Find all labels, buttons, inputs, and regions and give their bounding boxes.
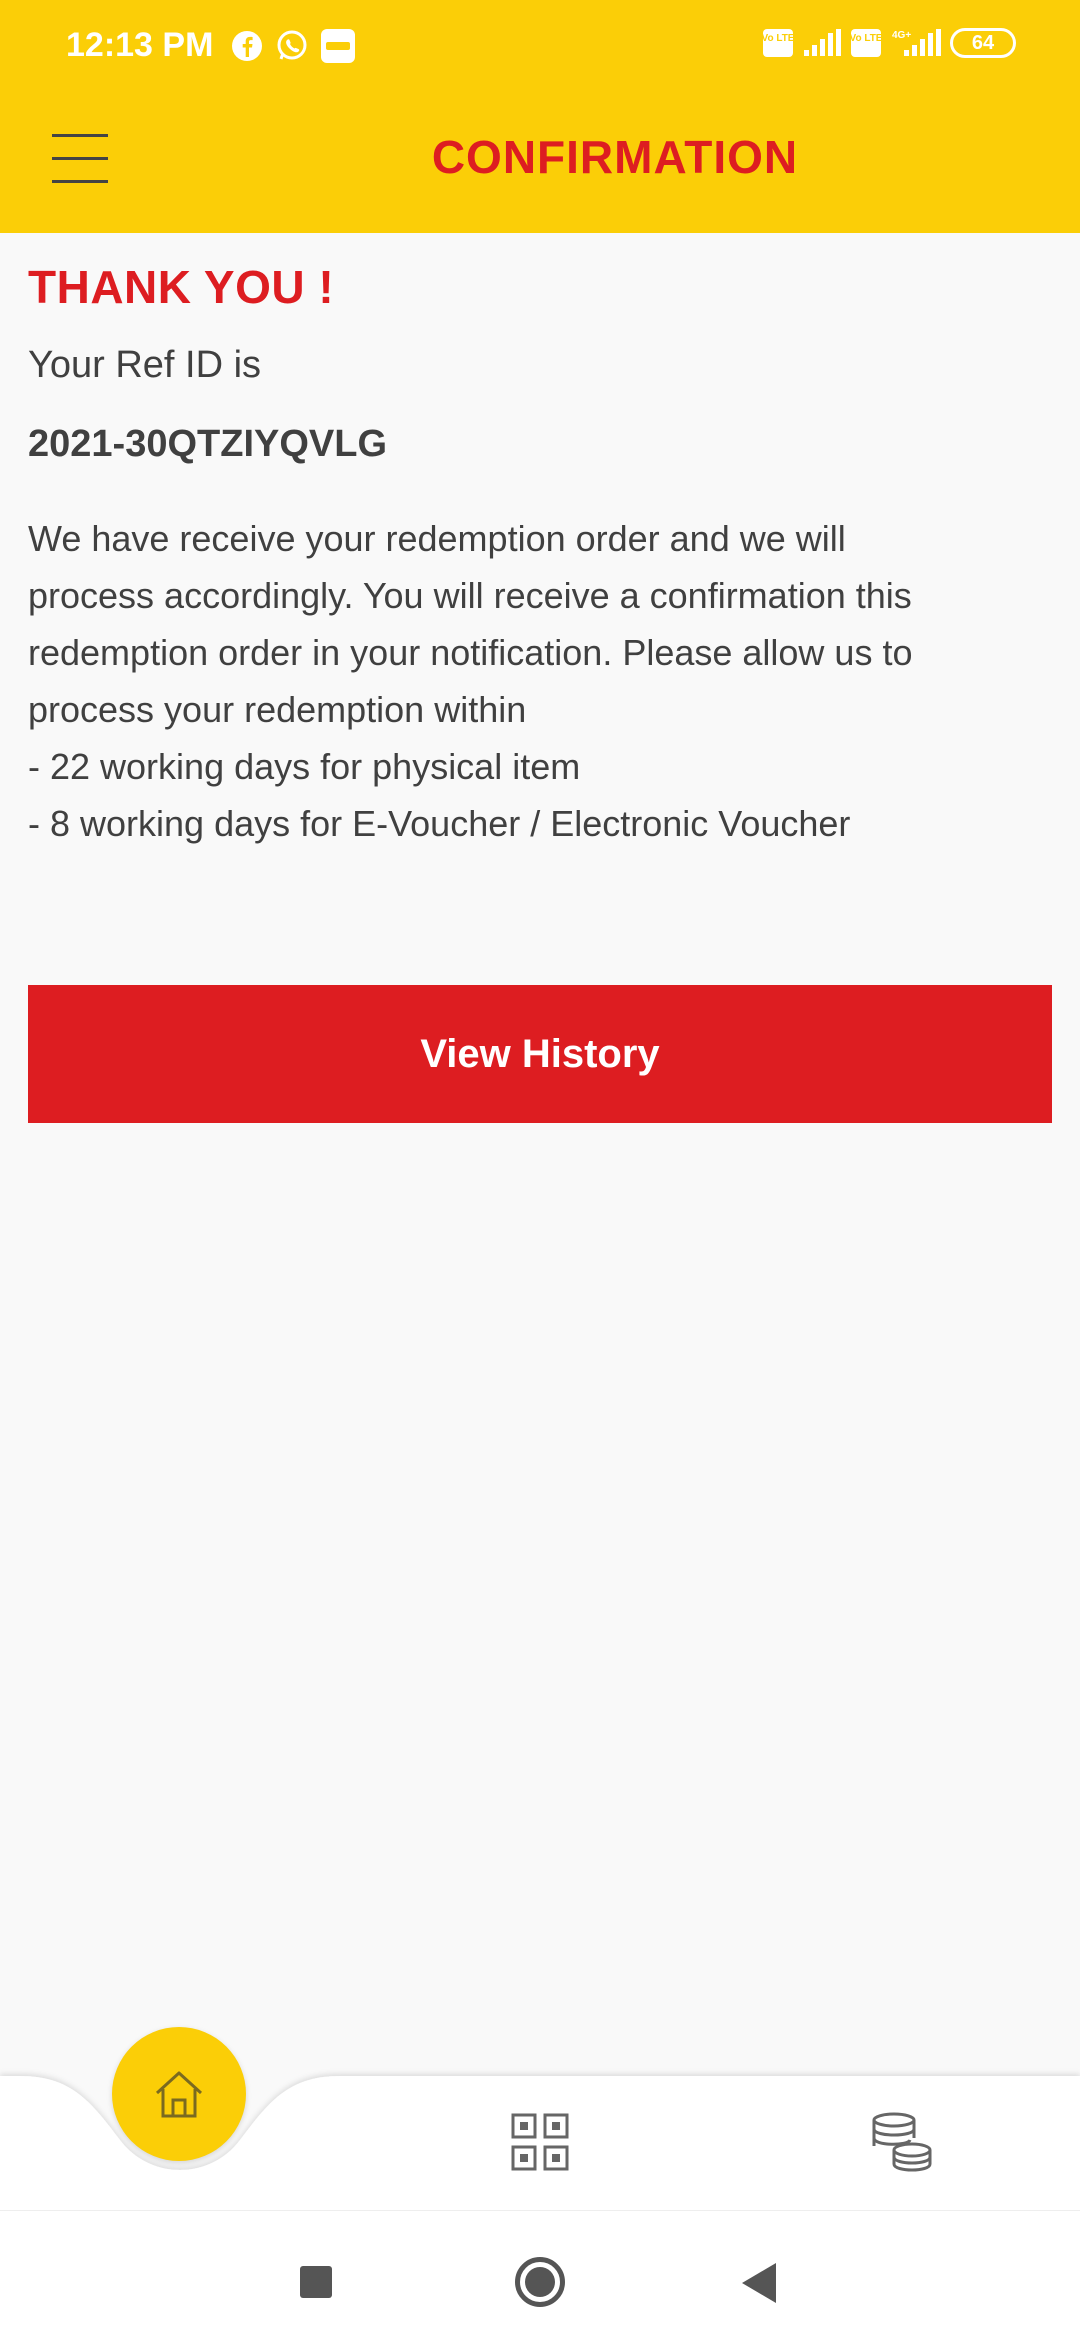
app-header: CONFIRMATION xyxy=(0,96,1080,233)
volte-icon: Vo LTE xyxy=(850,28,882,58)
view-history-button[interactable]: View History xyxy=(28,985,1052,1123)
status-time: 12:13 PM xyxy=(66,26,214,64)
system-nav-bar xyxy=(0,2210,1080,2340)
message-line: process accordingly. You will receive a … xyxy=(28,575,912,616)
volte-label: Vo LTE xyxy=(762,33,794,44)
4g-label: 4G+ xyxy=(892,30,911,41)
recents-icon[interactable] xyxy=(300,2266,332,2298)
thank-you-heading: THANK YOU ! xyxy=(28,261,335,313)
home-tab[interactable] xyxy=(112,2027,246,2161)
volte-icon: Vo LTE xyxy=(762,28,794,58)
back-icon[interactable] xyxy=(742,2263,776,2303)
ref-id-label: Your Ref ID is xyxy=(28,344,262,386)
qr-code-icon xyxy=(511,2113,569,2171)
page-title: CONFIRMATION xyxy=(431,131,799,183)
4g-signal-icon: 4G+ xyxy=(890,28,942,58)
message-line: process your redemption within xyxy=(28,689,527,730)
system-home-icon[interactable] xyxy=(515,2257,565,2307)
coins-icon xyxy=(872,2112,932,2172)
status-network: Vo LTE Vo LTE 4G+ 64 xyxy=(762,28,1016,58)
paytm-icon xyxy=(320,28,356,64)
signal-icon xyxy=(802,28,842,58)
message-line: - 8 working days for E-Voucher / Electro… xyxy=(28,803,851,844)
confirmation-content: THANK YOU ! Your Ref ID is 2021-30QTZIYQ… xyxy=(28,260,1052,852)
battery-indicator: 64 xyxy=(950,28,1016,58)
whatsapp-icon xyxy=(274,28,310,64)
facebook-icon xyxy=(230,29,264,63)
confirmation-message: We have receive your redemption order an… xyxy=(28,510,1052,852)
message-line: We have receive your redemption order an… xyxy=(28,518,846,559)
status-bar: 12:13 PM Vo LTE Vo LTE 4G+ 64 xyxy=(0,0,1080,96)
home-icon xyxy=(155,2071,203,2118)
status-app-icons xyxy=(230,28,356,64)
volte-label: Vo LTE xyxy=(850,33,882,44)
ref-id-value: 2021-30QTZIYQVLG xyxy=(28,423,388,465)
message-line: - 22 working days for physical item xyxy=(28,746,581,787)
qr-scan-tab[interactable] xyxy=(510,2112,570,2172)
app-screen: 12:13 PM Vo LTE Vo LTE 4G+ 64 CONFIRMATI… xyxy=(0,0,1080,2340)
coins-tab[interactable] xyxy=(868,2112,934,2172)
message-line: redemption order in your notification. P… xyxy=(28,632,913,673)
